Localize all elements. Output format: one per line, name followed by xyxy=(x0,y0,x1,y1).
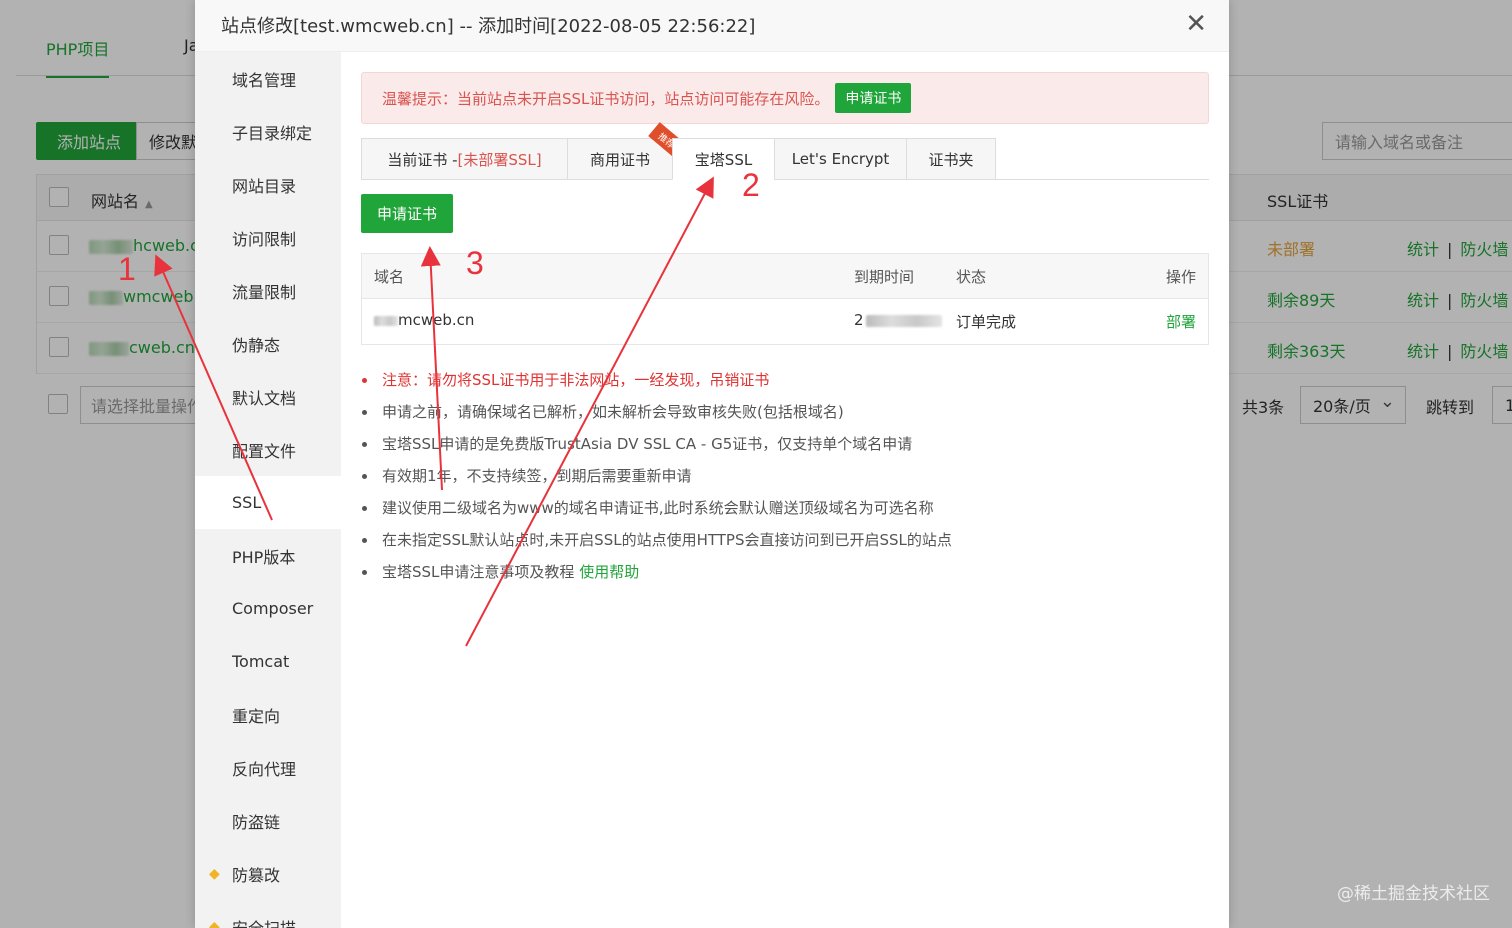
nav-item-reverse-proxy[interactable]: 反向代理 xyxy=(195,741,341,794)
diamond-icon: ◆ xyxy=(209,918,220,928)
nav-item-rewrite[interactable]: 伪静态 xyxy=(195,317,341,370)
nav-item-security-scan[interactable]: ◆ 安全扫描 xyxy=(195,900,341,928)
note-item: 建议使用二级域名为www的域名申请证书,此时系统会默认赠送顶级域名为可选名称 xyxy=(361,496,1221,528)
column-operation: 操作 xyxy=(1165,268,1196,286)
note-item: 有效期1年，不支持续签，到期后需要重新申请 xyxy=(361,464,1221,496)
tab-lets-encrypt[interactable]: Let's Encrypt xyxy=(774,138,907,180)
tab-commercial-cert[interactable]: 商用证书 推荐 xyxy=(567,122,686,180)
ssl-notes-list: 注意：请勿将SSL证书用于非法网站，一经发现，吊销证书 申请之前，请确保域名已解… xyxy=(361,368,1221,592)
alert-text: 温馨提示：当前站点未开启SSL证书访问，站点访问可能存在风险。 xyxy=(382,89,830,108)
help-link[interactable]: 使用帮助 xyxy=(579,563,639,581)
tab-baota-ssl[interactable]: 宝塔SSL xyxy=(672,138,775,180)
table-row: mcweb.cn 2 订单完成 部署 xyxy=(362,299,1208,344)
nav-item-access-limit[interactable]: 访问限制 xyxy=(195,211,341,264)
diamond-icon: ◆ xyxy=(209,865,220,882)
modal-side-nav: 域名管理 子目录绑定 网站目录 访问限制 流量限制 伪静态 默认文档 配置文件 … xyxy=(195,52,341,928)
nav-item-config[interactable]: 配置文件 xyxy=(195,423,341,476)
note-item: 申请之前，请确保域名已解析，如未解析会导致审核失败(包括根域名) xyxy=(361,400,1221,432)
modal-header: 站点修改[test.wmcweb.cn] -- 添加时间[2022-08-05 … xyxy=(195,0,1229,52)
note-warning: 注意：请勿将SSL证书用于非法网站，一经发现，吊销证书 xyxy=(361,368,1221,400)
nav-item-domain[interactable]: 域名管理 xyxy=(195,52,341,105)
column-domain: 域名 xyxy=(374,268,405,286)
note-item: 宝塔SSL申请注意事项及教程 使用帮助 xyxy=(361,560,1221,592)
close-icon[interactable]: ✕ xyxy=(1185,10,1207,38)
site-edit-modal: 站点修改[test.wmcweb.cn] -- 添加时间[2022-08-05 … xyxy=(195,0,1229,928)
nav-item-hotlink[interactable]: 防盗链 xyxy=(195,794,341,847)
apply-cert-button[interactable]: 申请证书 xyxy=(361,194,453,233)
tab-current-cert[interactable]: 当前证书 - [未部署SSL] xyxy=(361,138,568,180)
nav-item-php-version[interactable]: PHP版本 xyxy=(195,529,341,582)
nav-item-ssl[interactable]: SSL xyxy=(195,476,341,529)
modal-title: 站点修改[test.wmcweb.cn] -- 添加时间[2022-08-05 … xyxy=(221,16,756,37)
nav-item-site-dir[interactable]: 网站目录 xyxy=(195,158,341,211)
tab-cert-folder[interactable]: 证书夹 xyxy=(906,138,996,180)
watermark: @稀土掘金技术社区 xyxy=(1337,884,1490,904)
nav-item-composer[interactable]: Composer xyxy=(195,582,341,635)
ssl-warning-alert: 温馨提示：当前站点未开启SSL证书访问，站点访问可能存在风险。 申请证书 xyxy=(361,72,1209,124)
nav-item-tomcat[interactable]: Tomcat xyxy=(195,635,341,688)
ssl-tabs: 当前证书 - [未部署SSL] 商用证书 推荐 宝塔SSL Let's Encr… xyxy=(361,122,1209,180)
note-item: 在未指定SSL默认站点时,未开启SSL的站点使用HTTPS会直接访问到已开启SS… xyxy=(361,528,1221,560)
ssl-content: 温馨提示：当前站点未开启SSL证书访问，站点访问可能存在风险。 申请证书 当前证… xyxy=(341,52,1229,928)
alert-apply-button[interactable]: 申请证书 xyxy=(835,83,912,113)
nav-item-default-doc[interactable]: 默认文档 xyxy=(195,370,341,423)
column-status: 状态 xyxy=(956,268,987,286)
cert-expire: 2 xyxy=(854,311,942,329)
note-item: 宝塔SSL申请的是免费版TrustAsia DV SSL CA - G5证书，仅… xyxy=(361,432,1221,464)
cert-status: 订单完成 xyxy=(956,313,1017,331)
nav-item-traffic-limit[interactable]: 流量限制 xyxy=(195,264,341,317)
nav-item-redirect[interactable]: 重定向 xyxy=(195,688,341,741)
nav-item-tamper-proof[interactable]: ◆ 防篡改 xyxy=(195,847,341,900)
nav-item-subdir[interactable]: 子目录绑定 xyxy=(195,105,341,158)
cert-table-header: 域名 到期时间 状态 操作 xyxy=(362,254,1208,299)
column-expire: 到期时间 xyxy=(854,268,915,286)
deploy-link[interactable]: 部署 xyxy=(1166,311,1196,332)
cert-domain: mcweb.cn xyxy=(374,311,474,329)
cert-order-table: 域名 到期时间 状态 操作 mcweb.cn 2 订单完成 部署 xyxy=(361,253,1209,345)
